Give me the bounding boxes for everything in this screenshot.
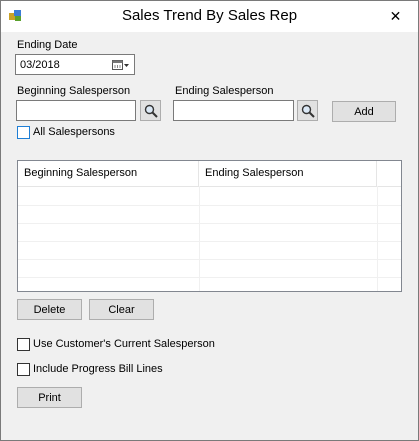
all-salespersons-label: All Salespersons: [33, 126, 115, 138]
grid-empty-row: [18, 259, 401, 278]
use-current-salesperson-label: Use Customer's Current Salesperson: [33, 338, 215, 350]
search-icon: [144, 104, 158, 118]
clear-button[interactable]: Clear: [89, 299, 154, 320]
ending-date-label: Ending Date: [17, 39, 78, 51]
grid-empty-row: [18, 241, 401, 260]
search-icon: [301, 104, 315, 118]
add-button[interactable]: Add: [332, 101, 396, 122]
grid-column-header[interactable]: Ending Salesperson: [199, 161, 377, 186]
include-progress-bill-label: Include Progress Bill Lines: [33, 363, 163, 375]
window: Sales Trend By Sales Rep ✕ Ending Date 0…: [0, 0, 419, 441]
grid-column-header[interactable]: Beginning Salesperson: [18, 161, 199, 186]
beginning-salesperson-input[interactable]: [16, 100, 136, 121]
grid-column-divider: [199, 186, 200, 291]
grid-empty-row: [18, 205, 401, 224]
use-current-salesperson-checkbox[interactable]: [17, 338, 30, 351]
delete-button[interactable]: Delete: [17, 299, 82, 320]
grid-empty-row: [18, 223, 401, 242]
close-icon: ✕: [389, 7, 402, 24]
window-title: Sales Trend By Sales Rep: [121, 7, 298, 24]
ending-date-value: 03/2018: [20, 58, 60, 71]
salesperson-range-grid[interactable]: Beginning Salesperson Ending Salesperson: [17, 160, 402, 292]
ending-salesperson-input[interactable]: [173, 100, 294, 121]
ending-salesperson-label: Ending Salesperson: [175, 85, 274, 97]
calendar-icon[interactable]: [112, 59, 130, 71]
grid-column-header-spacer: [377, 161, 401, 186]
grid-empty-row: [18, 187, 401, 206]
grid-header: Beginning Salesperson Ending Salesperson: [18, 161, 401, 187]
beginning-salesperson-search-button[interactable]: [140, 100, 161, 121]
include-progress-bill-checkbox[interactable]: [17, 363, 30, 376]
ending-date-picker[interactable]: 03/2018: [15, 54, 135, 75]
print-button[interactable]: Print: [17, 387, 82, 408]
beginning-salesperson-label: Beginning Salesperson: [17, 85, 131, 97]
grid-column-divider: [377, 186, 378, 291]
all-salespersons-checkbox[interactable]: [17, 126, 30, 139]
title-bar: Sales Trend By Sales Rep ✕: [1, 1, 418, 32]
ending-salesperson-search-button[interactable]: [297, 100, 318, 121]
close-button[interactable]: ✕: [373, 1, 418, 31]
